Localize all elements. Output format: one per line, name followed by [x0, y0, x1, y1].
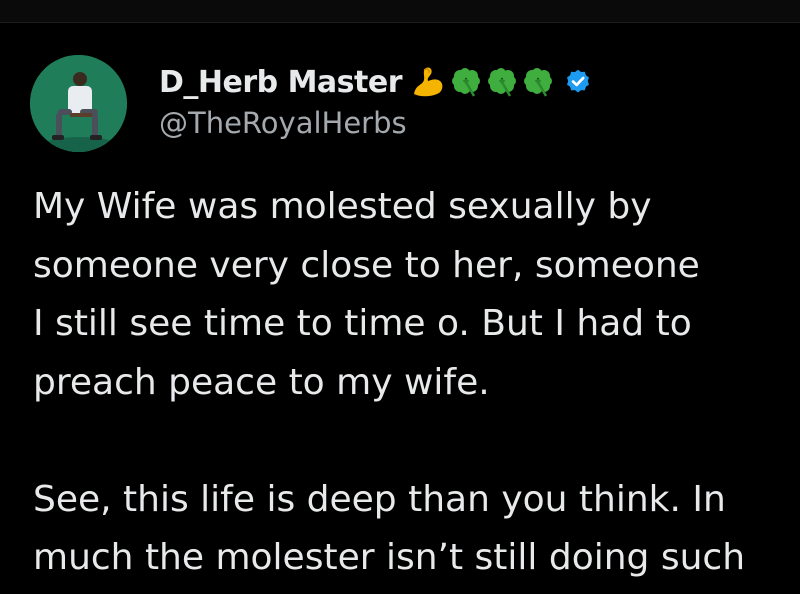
verified-badge-icon[interactable] — [564, 68, 592, 96]
top-bar — [0, 0, 800, 23]
tweet-text: My Wife was molested sexually by someone… — [33, 178, 800, 588]
tweet-line: much the molester isn’t still doing such — [33, 537, 746, 578]
user-handle[interactable]: @TheRoyalHerbs — [159, 106, 407, 140]
name-emojis — [410, 64, 554, 100]
flexed-biceps-icon — [414, 67, 443, 97]
tweet-line: someone very close to her, someone — [33, 244, 700, 286]
avatar-photo — [30, 55, 127, 152]
tweet-line: My Wife was molested sexually by — [33, 186, 652, 227]
four-leaf-clover-icon — [452, 68, 481, 97]
avatar[interactable] — [30, 55, 127, 152]
tweet-line: See, this life is deep than you think. I… — [33, 478, 726, 520]
tweet-line: preach peace to my wife. — [33, 361, 490, 403]
tweet-line: I still see time to time o. But I had to — [33, 303, 692, 344]
author-name-row: D_Herb Master — [159, 60, 592, 104]
four-leaf-clover-icon — [488, 68, 517, 97]
display-name[interactable]: D_Herb Master — [159, 65, 403, 100]
four-leaf-clover-icon — [524, 68, 553, 97]
